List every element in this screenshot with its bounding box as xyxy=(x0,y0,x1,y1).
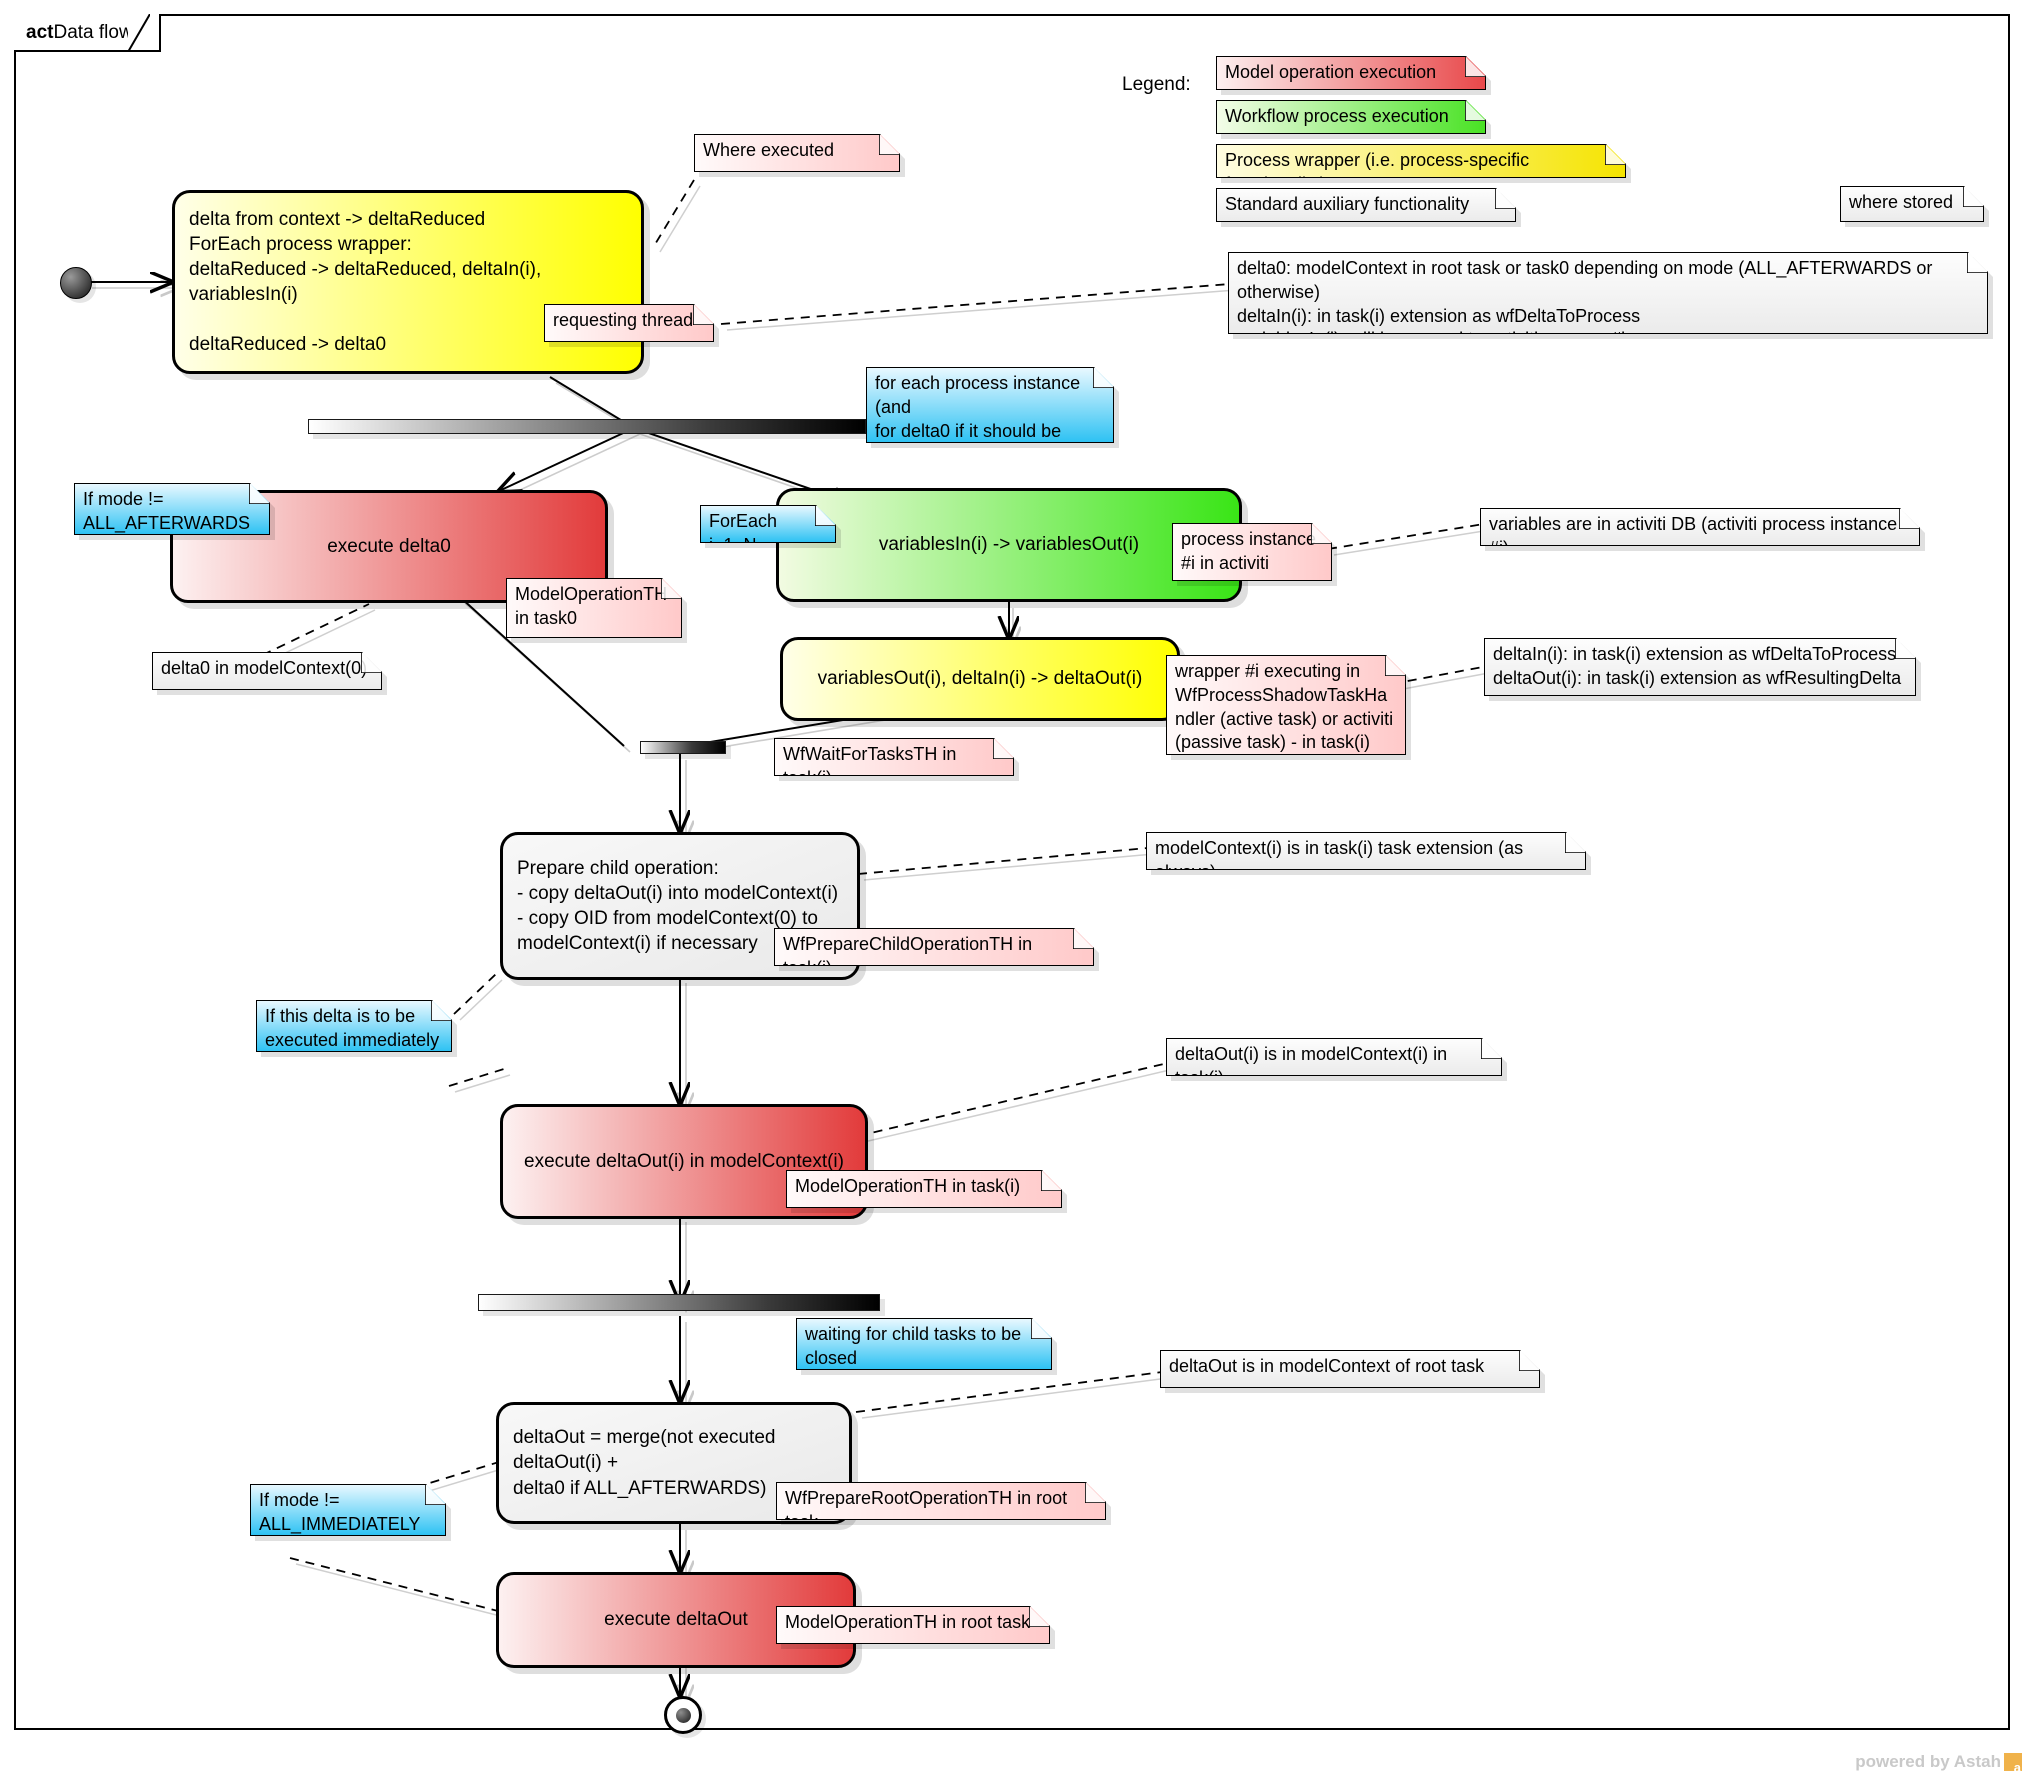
note-if-mode-not-all-afterwards: If mode != ALL_AFTERWARDS xyxy=(74,483,270,535)
note-wf-prepare-child-operation-th: WfPrepareChildOperationTH in task(i) xyxy=(774,928,1094,966)
action-label: variablesIn(i) -> variablesOut(i) xyxy=(878,534,1140,556)
legend-item-label: Process wrapper (i.e. process-specific f… xyxy=(1216,144,1626,178)
legend-item-label: Workflow process execution xyxy=(1216,100,1486,134)
note-text: deltaOut is in modelContext of root task xyxy=(1160,1350,1540,1388)
note-model-operation-th-root-task: ModelOperationTH in root task xyxy=(776,1606,1050,1644)
diagram-title: Data flow xyxy=(53,22,133,43)
note-wf-wait-for-tasks: WfWaitForTasksTH in task(i) xyxy=(774,738,1014,776)
note-where-executed: Where executed xyxy=(694,134,900,172)
note-text: If mode != ALL_IMMEDIATELY xyxy=(250,1484,446,1536)
note-wrapper-executing: wrapper #i executing in WfProcessShadowT… xyxy=(1166,655,1406,755)
legend-item-model-operation: Model operation execution xyxy=(1216,56,1486,90)
initial-node xyxy=(60,267,92,299)
legend-item-label: Standard auxiliary functionality xyxy=(1216,188,1516,222)
note-text: delta0: modelContext in root task or tas… xyxy=(1228,252,1988,334)
note-delta0-in-model-context0: delta0 in modelContext(0) xyxy=(152,652,382,690)
note-model-operation-th-task-i: ModelOperationTH in task(i) xyxy=(786,1170,1062,1208)
note-if-mode-not-all-immediately: If mode != ALL_IMMEDIATELY xyxy=(250,1484,446,1536)
frame-tab-corner xyxy=(128,14,150,52)
note-text: where stored xyxy=(1840,186,1984,222)
action-prepare-deltas[interactable]: delta from context -> deltaReduced ForEa… xyxy=(172,190,644,374)
note-text: process instance #i in activiti xyxy=(1172,523,1332,581)
action-label: execute deltaOut xyxy=(604,1609,748,1631)
legend-item-process-wrapper: Process wrapper (i.e. process-specific f… xyxy=(1216,144,1626,178)
diagram-canvas: actData flow Legend: Model operation exe… xyxy=(0,0,2040,1782)
legend-item-workflow-process: Workflow process execution xyxy=(1216,100,1486,134)
action-label: execute delta0 xyxy=(327,535,451,557)
note-text: deltaIn(i): in task(i) extension as wfDe… xyxy=(1484,638,1916,696)
note-text: delta0 in modelContext(0) xyxy=(152,652,382,690)
note-text: ModelOperationTH in task0 xyxy=(506,578,682,638)
note-delta-in-out-storage: deltaIn(i): in task(i) extension as wfDe… xyxy=(1484,638,1916,696)
note-for-each-process-instance: for each process instance (and for delta… xyxy=(866,367,1114,443)
note-text: variables are in activiti DB (activiti p… xyxy=(1480,508,1920,546)
action-variables-out-delta-out[interactable]: variablesOut(i), deltaIn(i) -> deltaOut(… xyxy=(780,637,1180,721)
watermark-text: powered by Astah xyxy=(1855,1752,2001,1771)
note-text: WfPrepareChildOperationTH in task(i) xyxy=(774,928,1094,966)
diagram-kind-keyword: act xyxy=(26,22,54,43)
fork-node-1 xyxy=(308,419,866,434)
legend-item-standard-auxiliary: Standard auxiliary functionality xyxy=(1216,188,1516,222)
note-text: ForEach i=1..N xyxy=(700,505,836,543)
astah-logo-icon xyxy=(2004,1753,2022,1774)
action-label: variablesOut(i), deltaIn(i) -> deltaOut(… xyxy=(817,668,1143,690)
note-model-operation-th-task0: ModelOperationTH in task0 xyxy=(506,578,682,638)
note-text: WfWaitForTasksTH in task(i) xyxy=(774,738,1014,776)
note-text: If mode != ALL_AFTERWARDS xyxy=(74,483,270,535)
note-text: Where executed xyxy=(694,134,900,172)
note-delta-out-in-root-model-context: deltaOut is in modelContext of root task xyxy=(1160,1350,1540,1388)
note-requesting-thread: requesting thread xyxy=(544,304,714,342)
note-text: If this delta is to be executed immediat… xyxy=(256,1000,452,1052)
note-where-stored: where stored xyxy=(1840,186,1984,222)
note-for-each-i: ForEach i=1..N xyxy=(700,505,836,543)
note-text: requesting thread xyxy=(544,304,714,342)
note-text: modelContext(i) is in task(i) task exten… xyxy=(1146,832,1586,870)
note-text: waiting for child tasks to be closed xyxy=(796,1318,1052,1370)
note-delta-storage: delta0: modelContext in root task or tas… xyxy=(1228,252,1988,334)
legend-label: Legend: xyxy=(1122,74,1191,95)
note-model-context-i-extension: modelContext(i) is in task(i) task exten… xyxy=(1146,832,1586,870)
note-variables-in-activiti-db: variables are in activiti DB (activiti p… xyxy=(1480,508,1920,546)
note-text: wrapper #i executing in WfProcessShadowT… xyxy=(1166,655,1406,755)
note-text: ModelOperationTH in task(i) xyxy=(786,1170,1062,1208)
note-process-instance-activiti: process instance #i in activiti xyxy=(1172,523,1332,581)
join-node-2 xyxy=(478,1294,880,1311)
astah-watermark: powered by Astah xyxy=(1855,1752,2022,1774)
note-wf-prepare-root-operation-th: WfPrepareRootOperationTH in root task xyxy=(776,1482,1106,1520)
note-text: for each process instance (and for delta… xyxy=(866,367,1114,443)
legend-item-label: Model operation execution xyxy=(1216,56,1486,90)
note-if-delta-executed-immediately: If this delta is to be executed immediat… xyxy=(256,1000,452,1052)
note-text: WfPrepareRootOperationTH in root task xyxy=(776,1482,1106,1520)
note-text: deltaOut(i) is in modelContext(i) in tas… xyxy=(1166,1038,1502,1076)
join-node-1 xyxy=(640,741,726,754)
note-text: ModelOperationTH in root task xyxy=(776,1606,1050,1644)
note-waiting-for-child-tasks: waiting for child tasks to be closed xyxy=(796,1318,1052,1370)
final-node xyxy=(664,1696,702,1734)
note-delta-out-i-in-model-context: deltaOut(i) is in modelContext(i) in tas… xyxy=(1166,1038,1502,1076)
